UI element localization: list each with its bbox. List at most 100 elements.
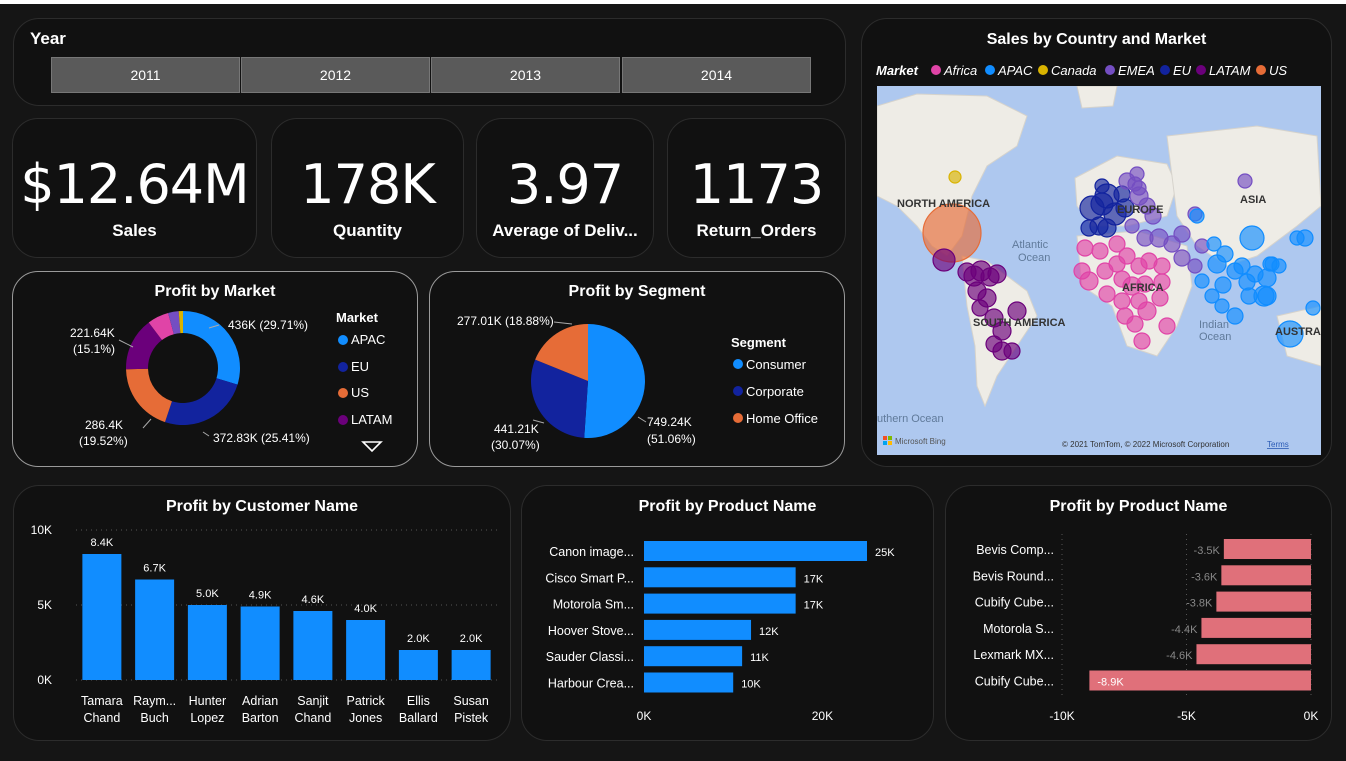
market-donut-chart[interactable]: 436K (29.71%) 372.83K (25.41%) 286.4K (1… — [13, 272, 417, 466]
map-bubble[interactable] — [1137, 301, 1157, 321]
loss-bar-chart[interactable]: -10K -5K 0K -3.5K Bevis Comp... -3.6K Bevis Ro… — [946, 486, 1331, 740]
map-bubble[interactable] — [1133, 332, 1151, 350]
map-bubble[interactable] — [1257, 268, 1277, 288]
map-bubble[interactable] — [1097, 218, 1117, 238]
map-bubble[interactable] — [1113, 292, 1131, 310]
x-tick-label: 0K — [637, 709, 652, 723]
map-bubble[interactable] — [1079, 271, 1099, 291]
map-bubble[interactable] — [1158, 317, 1176, 335]
map-bubble[interactable] — [1124, 218, 1140, 234]
legend-item-corporate[interactable]: Corporate — [733, 384, 804, 399]
map-bubble[interactable] — [1226, 307, 1244, 325]
year-button-2011[interactable]: 2011 — [51, 57, 240, 93]
legend-item-us[interactable]: US — [338, 385, 369, 400]
legend-label: LATAM — [351, 412, 392, 427]
bar[interactable] — [398, 650, 438, 680]
customer-bar-chart[interactable]: 0K 5K 10K 8.4K Tamara Chand 6.7K Raym... Buch 5.0… — [14, 486, 510, 740]
bar[interactable] — [1216, 591, 1311, 612]
map-bubble[interactable] — [1216, 245, 1234, 263]
map-bubble[interactable] — [932, 248, 956, 272]
bar[interactable] — [135, 579, 175, 681]
map-bubble[interactable] — [1136, 229, 1154, 247]
bar[interactable] — [451, 650, 491, 680]
bar[interactable] — [240, 606, 280, 681]
world-map[interactable]: NORTH AMERICA Atlantic Ocean EUROPE ASIA… — [877, 86, 1321, 455]
legend-item-apac[interactable]: APAC — [338, 332, 385, 347]
map-bubble[interactable] — [1189, 208, 1205, 224]
map-bubble[interactable] — [1296, 229, 1314, 247]
slice-eu[interactable] — [164, 378, 238, 425]
map-label-ocean: Ocean — [1018, 252, 1050, 264]
map-bubble[interactable] — [1098, 285, 1116, 303]
kpi-card-delivery[interactable]: 3.97 Average of Deliv... — [476, 118, 654, 258]
legend-item-eu[interactable]: EU — [338, 359, 369, 374]
legend-item-consumer[interactable]: Consumer — [733, 357, 807, 372]
bar[interactable] — [644, 646, 743, 667]
map-bubble[interactable] — [1305, 300, 1321, 316]
bar[interactable] — [1201, 617, 1311, 638]
map-terms-link[interactable]: Terms — [1267, 440, 1289, 449]
map-bubble[interactable] — [1076, 239, 1094, 257]
map-bubble[interactable] — [1271, 258, 1287, 274]
legend-title: Market — [876, 63, 919, 78]
segment-pie-chart[interactable]: 277.01K (18.88%) 749.24K (51.06%) 441.21… — [430, 272, 844, 466]
year-button-2012[interactable]: 2012 — [241, 57, 430, 93]
bar[interactable] — [644, 672, 734, 693]
map-bubble[interactable] — [1091, 242, 1109, 260]
map-bubble[interactable] — [948, 170, 962, 184]
y-tick-label: Lexmark MX... — [973, 648, 1054, 662]
legend-item-apac[interactable]: APAC — [985, 63, 1033, 78]
kpi-card-sales[interactable]: $12.64M Sales — [12, 118, 257, 258]
map-bubble[interactable] — [1239, 225, 1265, 251]
bar[interactable] — [644, 593, 796, 614]
bar[interactable] — [1196, 644, 1311, 665]
legend-marker — [733, 413, 743, 423]
map-bubble[interactable] — [1187, 258, 1203, 274]
legend-item-us[interactable]: US — [1256, 63, 1287, 78]
map-bubble[interactable] — [1094, 178, 1110, 194]
map-bubble[interactable] — [1116, 307, 1134, 325]
year-button-2013[interactable]: 2013 — [431, 57, 620, 93]
map-canvas[interactable]: NORTH AMERICA Atlantic Ocean EUROPE ASIA… — [877, 86, 1321, 455]
map-bubble[interactable] — [1194, 273, 1210, 289]
bar[interactable] — [346, 620, 386, 680]
bar[interactable] — [82, 554, 122, 680]
map-bubble[interactable] — [1129, 166, 1145, 182]
data-label: 5.0K — [196, 588, 219, 600]
map-bubble[interactable] — [1253, 285, 1275, 307]
bar[interactable] — [1223, 539, 1311, 559]
map-bubble[interactable] — [1214, 276, 1232, 294]
legend-item-latam[interactable]: LATAM — [1196, 63, 1251, 78]
map-bubble[interactable] — [1173, 225, 1191, 243]
legend-item-eu[interactable]: EU — [1160, 63, 1192, 78]
bar[interactable] — [187, 605, 227, 680]
legend-item-emea[interactable]: EMEA — [1105, 63, 1155, 78]
x-tick-label: Raym... — [133, 694, 176, 708]
legend-label: Consumer — [746, 357, 807, 372]
bar[interactable] — [644, 541, 867, 561]
kpi-card-returns[interactable]: 1173 Return_Orders — [667, 118, 846, 258]
map-bubble[interactable] — [1173, 249, 1191, 267]
bar[interactable] — [1221, 565, 1311, 586]
bar[interactable] — [644, 567, 796, 588]
bar[interactable] — [644, 619, 752, 640]
bar[interactable] — [293, 611, 333, 680]
map-bubble[interactable] — [1003, 342, 1021, 360]
slice-consumer[interactable] — [584, 324, 646, 438]
map-bubble[interactable] — [1080, 219, 1098, 237]
map-bubble[interactable] — [1237, 173, 1253, 189]
legend-item-africa[interactable]: Africa — [931, 63, 977, 78]
slice-us[interactable] — [126, 368, 172, 423]
map-bubble[interactable] — [987, 264, 1007, 284]
year-button-2014[interactable]: 2014 — [622, 57, 811, 93]
kpi-card-quantity[interactable]: 178K Quantity — [271, 118, 464, 258]
product-bar-chart[interactable]: 0K 20K 25K Canon image... 17K Cisco Smart P..… — [522, 486, 933, 740]
legend-item-home-office[interactable]: Home Office — [733, 411, 818, 426]
legend-title: Segment — [731, 335, 787, 350]
map-attribution: © 2021 TomTom, © 2022 Microsoft Corporat… — [1062, 440, 1229, 449]
legend-item-canada[interactable]: Canada — [1038, 63, 1097, 78]
legend-scroll-down-icon[interactable] — [361, 441, 383, 453]
legend-item-latam[interactable]: LATAM — [338, 412, 392, 427]
map-bubble[interactable] — [1153, 257, 1171, 275]
map-bubble[interactable] — [1214, 298, 1230, 314]
